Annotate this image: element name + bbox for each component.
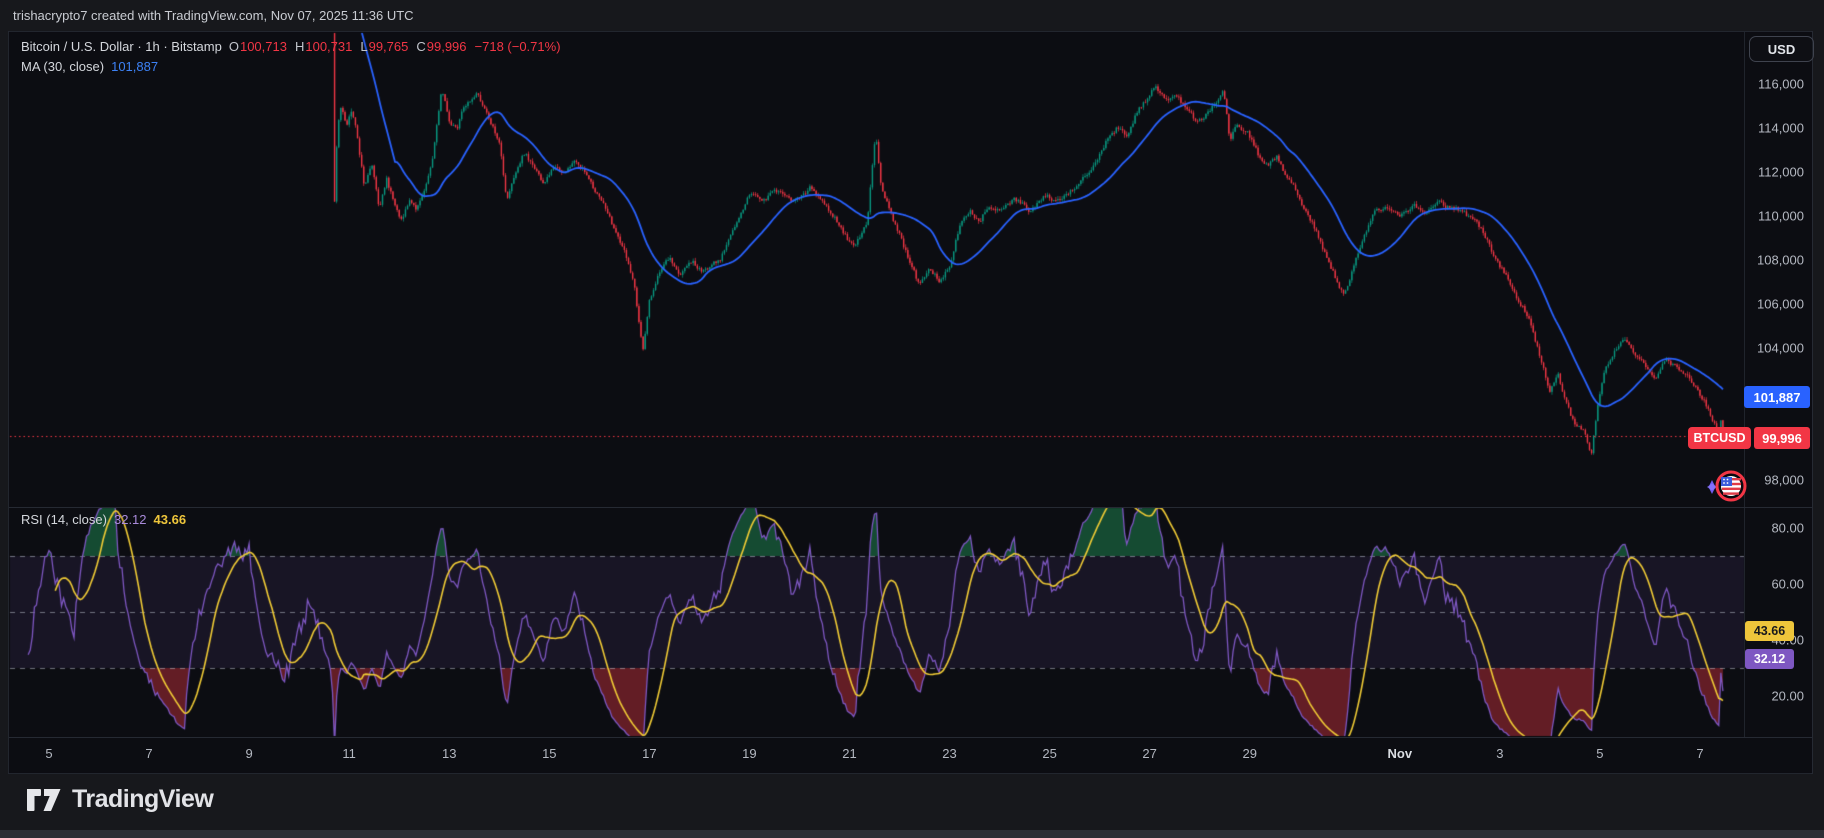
price-axis-tick: 112,000 [1758,165,1804,180]
price-axis-tick: 108,000 [1757,253,1804,268]
rsi-legend-label: RSI (14, close) [21,512,107,527]
usa-flag-badge-icon [1700,464,1752,513]
time-axis-tick: 15 [542,746,556,761]
rsi-ma-value: 43.66 [1754,624,1785,638]
attribution-text: trishacrypto7 created with TradingView.c… [13,8,414,23]
pane-divider[interactable] [9,507,1812,508]
symbol-pill-label: BTCUSD [1693,431,1745,445]
ma-legend[interactable]: MA (30, close) 101,887 [21,59,158,74]
time-axis-border [9,737,1812,738]
time-axis-tick: Nov [1388,746,1413,761]
time-axis-tick: 13 [442,746,456,761]
time-axis-tick: 27 [1142,746,1156,761]
ma-price-value: 101,887 [1754,390,1801,405]
rsi-ma-label: 43.66 [1745,621,1794,641]
time-axis-tick: 29 [1242,746,1256,761]
time-axis-tick: 25 [1042,746,1056,761]
time-axis-tick: 11 [342,746,356,761]
change-value: −718 (−0.71%) [475,39,561,54]
time-axis-tick: 7 [1696,746,1703,761]
ma-legend-label: MA (30, close) [21,59,104,74]
price-axis-tick: 104,000 [1757,341,1804,356]
price-axis-tick: 98,000 [1764,473,1804,488]
time-axis-tick: 7 [145,746,152,761]
time-axis-tick: 3 [1496,746,1503,761]
footer-logo[interactable]: TradingView [26,785,213,814]
ma-price-label: 101,887 [1744,386,1810,408]
time-axis-tick: 5 [45,746,52,761]
ohlc-close: C99,996 [416,39,467,54]
ohlc-open: O100,713 [229,39,288,54]
price-axis-tick: 116,000 [1758,77,1804,92]
tradingview-logo-icon [26,786,62,814]
time-axis-tick: 9 [245,746,252,761]
rsi-legend-value: 32.12 [114,512,147,527]
rsi-legend[interactable]: RSI (14, close) 32.12 43.66 [21,512,186,527]
rsi-axis-tick: 80.00 [1771,521,1804,536]
symbol-title[interactable]: Bitcoin / U.S. Dollar · 1h · Bitstamp [21,39,222,54]
price-axis-tick: 114,000 [1758,121,1804,136]
rsi-value-label: 32.12 [1745,649,1794,669]
chart-canvas[interactable] [0,0,1824,838]
ma-legend-value: 101,887 [111,59,158,74]
ohlc-low: L99,765 [360,39,409,54]
currency-button[interactable]: USD [1749,36,1814,62]
time-axis-tick: 17 [642,746,656,761]
time-axis-tick: 19 [742,746,756,761]
time-axis-tick: 23 [942,746,956,761]
symbol-legend[interactable]: Bitcoin / U.S. Dollar · 1h · Bitstamp O1… [21,39,561,54]
last-price-label: 99,996 [1754,427,1810,449]
rsi-value: 32.12 [1754,652,1785,666]
time-axis-tick: 21 [842,746,856,761]
price-axis-tick: 110,000 [1758,209,1804,224]
bottom-strip [0,830,1824,838]
ohlc-high: H100,731 [295,39,353,54]
footer-logo-text: TradingView [72,785,213,814]
symbol-pill[interactable]: BTCUSD [1688,427,1751,449]
rsi-axis-tick: 60.00 [1771,577,1804,592]
time-axis-tick: 5 [1596,746,1603,761]
rsi-axis-tick: 20.00 [1771,689,1804,704]
currency-button-label: USD [1768,42,1795,57]
rsi-ma-legend-value: 43.66 [154,512,187,527]
header-bar: trishacrypto7 created with TradingView.c… [0,0,1824,31]
price-axis-tick: 106,000 [1757,297,1804,312]
last-price-value: 99,996 [1762,431,1802,446]
